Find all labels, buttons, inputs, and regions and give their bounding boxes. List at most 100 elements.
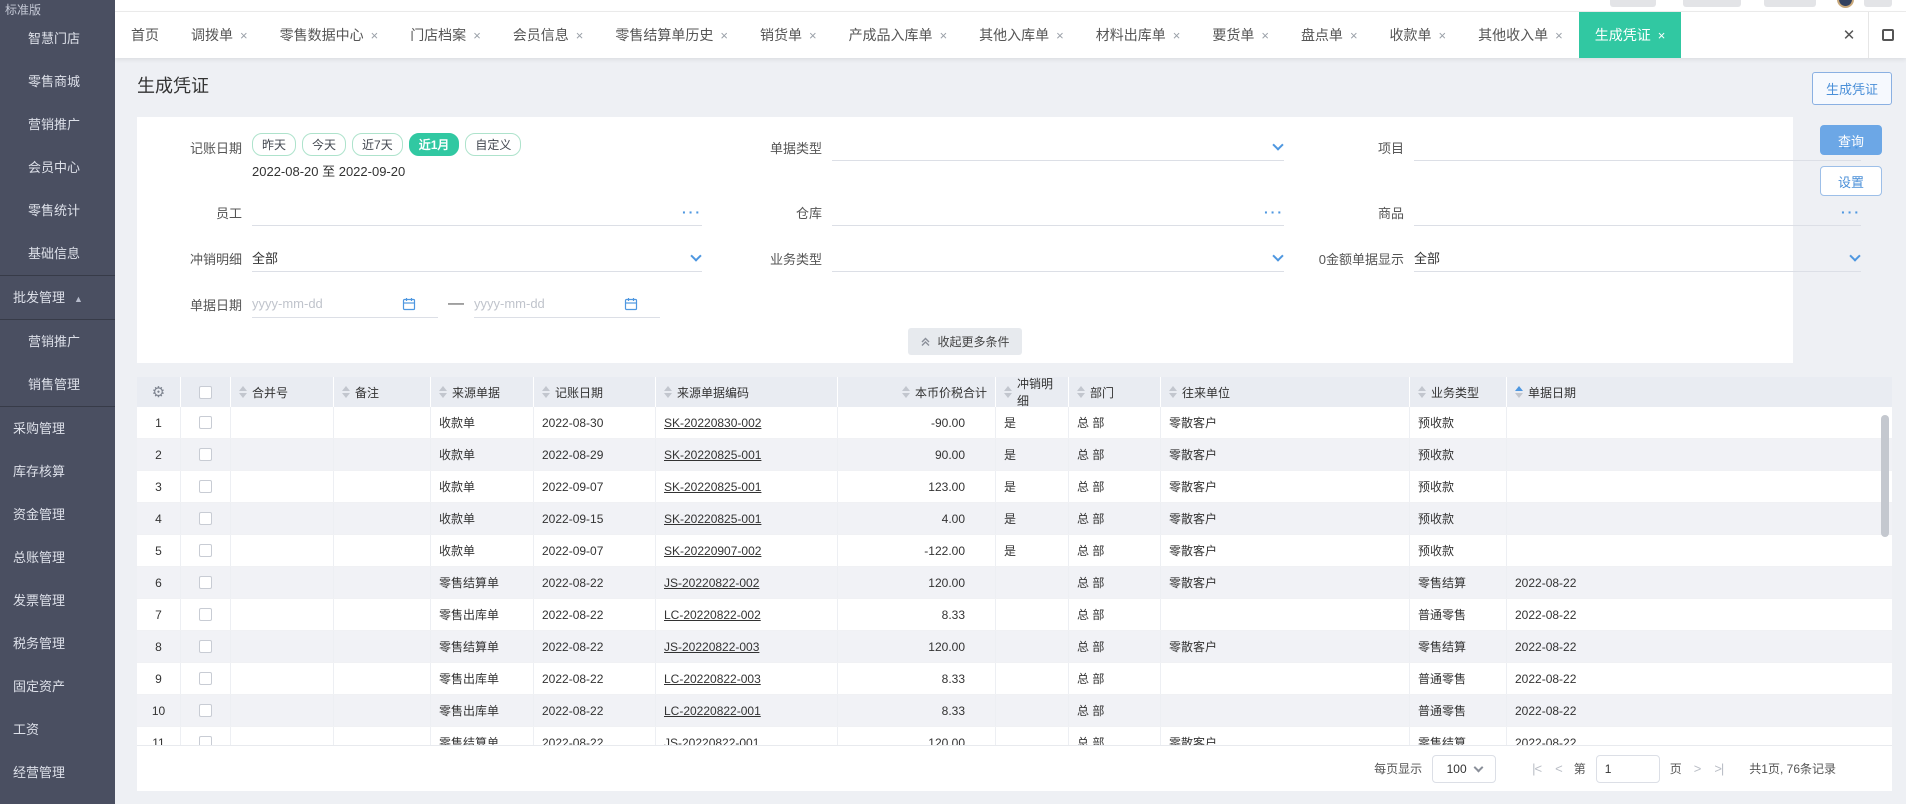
row-checkbox[interactable] <box>199 576 212 589</box>
table-row[interactable]: 5 收款单 2022-09-07 SK-20220907-002 -122.00 是总 部… <box>137 535 1892 567</box>
select-all-checkbox[interactable] <box>199 385 212 399</box>
row-checkbox[interactable] <box>199 736 212 745</box>
project-picker[interactable]: ··· <box>1414 133 1861 161</box>
table-row[interactable]: 10 零售出库单 2022-08-22 LC-20220822-001 8.33 总 部普… <box>137 695 1892 727</box>
doc-date-start-input[interactable] <box>252 296 402 311</box>
sort-icons[interactable] <box>1077 386 1085 398</box>
sidebar-item-经营管理[interactable]: 经营管理 <box>0 751 115 794</box>
tab-close-icon[interactable]: × <box>1350 28 1358 43</box>
doc-type-select[interactable] <box>832 133 1284 161</box>
date-preset-近7天[interactable]: 近7天 <box>352 133 403 156</box>
table-row[interactable]: 9 零售出库单 2022-08-22 LC-20220822-003 8.33 总 部普通… <box>137 663 1892 695</box>
table-row[interactable]: 6 零售结算单 2022-08-22 JS-20220822-002 120.00 总 部… <box>137 567 1892 599</box>
tab-close-icon[interactable]: × <box>1261 28 1269 43</box>
sort-icons[interactable] <box>439 386 447 398</box>
column-header-合并号[interactable]: 合并号 <box>231 377 334 407</box>
table-row[interactable]: 3 收款单 2022-09-07 SK-20220825-001 123.00 是总 部零… <box>137 471 1892 503</box>
tab-close-icon[interactable]: × <box>1555 28 1563 43</box>
page-number-input[interactable] <box>1595 754 1660 783</box>
tab-close-icon[interactable]: × <box>371 28 379 43</box>
zero-amount-select[interactable]: 全部 <box>1414 244 1861 272</box>
sidebar-item-零售商城[interactable]: 零售商城 <box>0 60 115 103</box>
sort-icons[interactable] <box>1169 386 1177 398</box>
tab-close-icon[interactable]: × <box>809 28 817 43</box>
date-preset-近1月[interactable]: 近1月 <box>408 133 460 156</box>
tab-零售数据中心[interactable]: 零售数据中心 × <box>264 12 395 58</box>
row-checkbox[interactable] <box>199 480 212 493</box>
sort-icons[interactable] <box>1418 386 1426 398</box>
sidebar-item-发票管理[interactable]: 发票管理 <box>0 579 115 622</box>
row-checkbox[interactable] <box>199 448 212 461</box>
employee-picker[interactable]: ··· <box>252 198 702 226</box>
sort-icons[interactable] <box>239 386 247 398</box>
date-preset-自定义[interactable]: 自定义 <box>465 133 522 156</box>
tab-close-icon[interactable]: × <box>1173 28 1181 43</box>
column-header-业务类型[interactable]: 业务类型 <box>1410 377 1507 407</box>
row-checkbox[interactable] <box>199 640 212 653</box>
sidebar-item-资金管理[interactable]: 资金管理 <box>0 493 115 536</box>
per-page-select[interactable]: 100 <box>1432 754 1497 783</box>
next-page-icon[interactable]: > <box>1692 761 1703 776</box>
doc-date-end-input[interactable] <box>474 296 624 311</box>
row-checkbox[interactable] <box>199 608 212 621</box>
sort-icons[interactable] <box>1515 386 1523 398</box>
settings-button[interactable]: 设置 <box>1820 166 1882 196</box>
sidebar-item-销售管理[interactable]: 销售管理 <box>0 363 115 406</box>
generate-voucher-button[interactable]: 生成凭证 <box>1811 72 1892 105</box>
tab-门店档案[interactable]: 门店档案 × <box>394 12 497 58</box>
sidebar-item-零售统计[interactable]: 零售统计 <box>0 189 115 232</box>
tab-close-icon[interactable]: × <box>1658 28 1666 43</box>
row-checkbox[interactable] <box>199 672 212 685</box>
tab-其他入库单[interactable]: 其他入库单 × <box>963 12 1080 58</box>
tab-close-icon[interactable]: × <box>576 28 584 43</box>
vertical-scrollbar[interactable] <box>1881 415 1889 537</box>
row-checkbox[interactable] <box>199 512 212 525</box>
tab-收款单[interactable]: 收款单 × <box>1374 12 1463 58</box>
sidebar-item-批发管理[interactable]: 批发管理 ▲ <box>0 276 115 319</box>
column-header-本币价税合计[interactable]: 本币价税合计 <box>838 377 996 407</box>
tab-其他收入单[interactable]: 其他收入单 × <box>1462 12 1579 58</box>
source-doc-link[interactable]: LC-20220822-001 <box>664 704 761 718</box>
table-row[interactable]: 11 零售结算单 2022-08-22 JS-20220822-001 120.00 总 … <box>137 727 1892 745</box>
product-picker[interactable]: ··· <box>1414 198 1861 226</box>
tab-产成品入库单[interactable]: 产成品入库单 × <box>833 12 964 58</box>
source-doc-link[interactable]: JS-20220822-003 <box>664 640 759 654</box>
table-row[interactable]: 8 零售结算单 2022-08-22 JS-20220822-003 120.00 总 部… <box>137 631 1892 663</box>
sidebar-item-库存核算[interactable]: 库存核算 <box>0 450 115 493</box>
date-preset-今天[interactable]: 今天 <box>302 133 347 156</box>
sort-icons[interactable] <box>901 386 910 398</box>
table-row[interactable]: 2 收款单 2022-08-29 SK-20220825-001 90.00 是总 部零散… <box>137 439 1892 471</box>
tab-要货单[interactable]: 要货单 × <box>1196 12 1285 58</box>
doc-date-end[interactable] <box>474 290 660 318</box>
table-row[interactable]: 7 零售出库单 2022-08-22 LC-20220822-002 8.33 总 部普通… <box>137 599 1892 631</box>
tab-盘点单[interactable]: 盘点单 × <box>1285 12 1374 58</box>
sidebar-item-基础信息[interactable]: 基础信息 <box>0 232 115 275</box>
sort-icons[interactable] <box>542 386 550 398</box>
source-doc-link[interactable]: SK-20220825-001 <box>664 480 761 494</box>
last-page-icon[interactable]: >| <box>1712 761 1725 776</box>
tab-材料出库单[interactable]: 材料出库单 × <box>1080 12 1197 58</box>
source-doc-link[interactable]: SK-20220907-002 <box>664 544 761 558</box>
sidebar-item-营销推广[interactable]: 营销推广 <box>0 103 115 146</box>
source-doc-link[interactable]: JS-20220822-001 <box>664 736 759 746</box>
source-doc-link[interactable]: LC-20220822-002 <box>664 608 761 622</box>
tab-销货单[interactable]: 销货单 × <box>744 12 833 58</box>
sidebar-item-营销推广[interactable]: 营销推广 <box>0 320 115 363</box>
column-header-来源单据编码[interactable]: 来源单据编码 <box>656 377 838 407</box>
user-avatar[interactable] <box>1837 0 1854 8</box>
sidebar-item-会员中心[interactable]: 会员中心 <box>0 146 115 189</box>
table-row[interactable]: 4 收款单 2022-09-15 SK-20220825-001 4.00 是总 部零散客… <box>137 503 1892 535</box>
sort-icons[interactable] <box>1004 386 1012 398</box>
column-header-单据日期[interactable]: 单据日期 <box>1507 377 1892 407</box>
column-header-冲销明细[interactable]: 冲销明细 <box>996 377 1069 408</box>
row-checkbox[interactable] <box>199 704 212 717</box>
tab-close-icon[interactable]: × <box>720 28 728 43</box>
tab-close-icon[interactable]: × <box>240 28 248 43</box>
row-checkbox[interactable] <box>199 544 212 557</box>
tab-close-icon[interactable]: × <box>1056 28 1064 43</box>
table-row[interactable]: 1 收款单 2022-08-30 SK-20220830-002 -90.00 是总 部零… <box>137 407 1892 439</box>
biz-type-select[interactable] <box>832 244 1284 272</box>
tab-close-icon[interactable]: × <box>940 28 948 43</box>
source-doc-link[interactable]: SK-20220825-001 <box>664 512 761 526</box>
sidebar-item-工资[interactable]: 工资 <box>0 708 115 751</box>
